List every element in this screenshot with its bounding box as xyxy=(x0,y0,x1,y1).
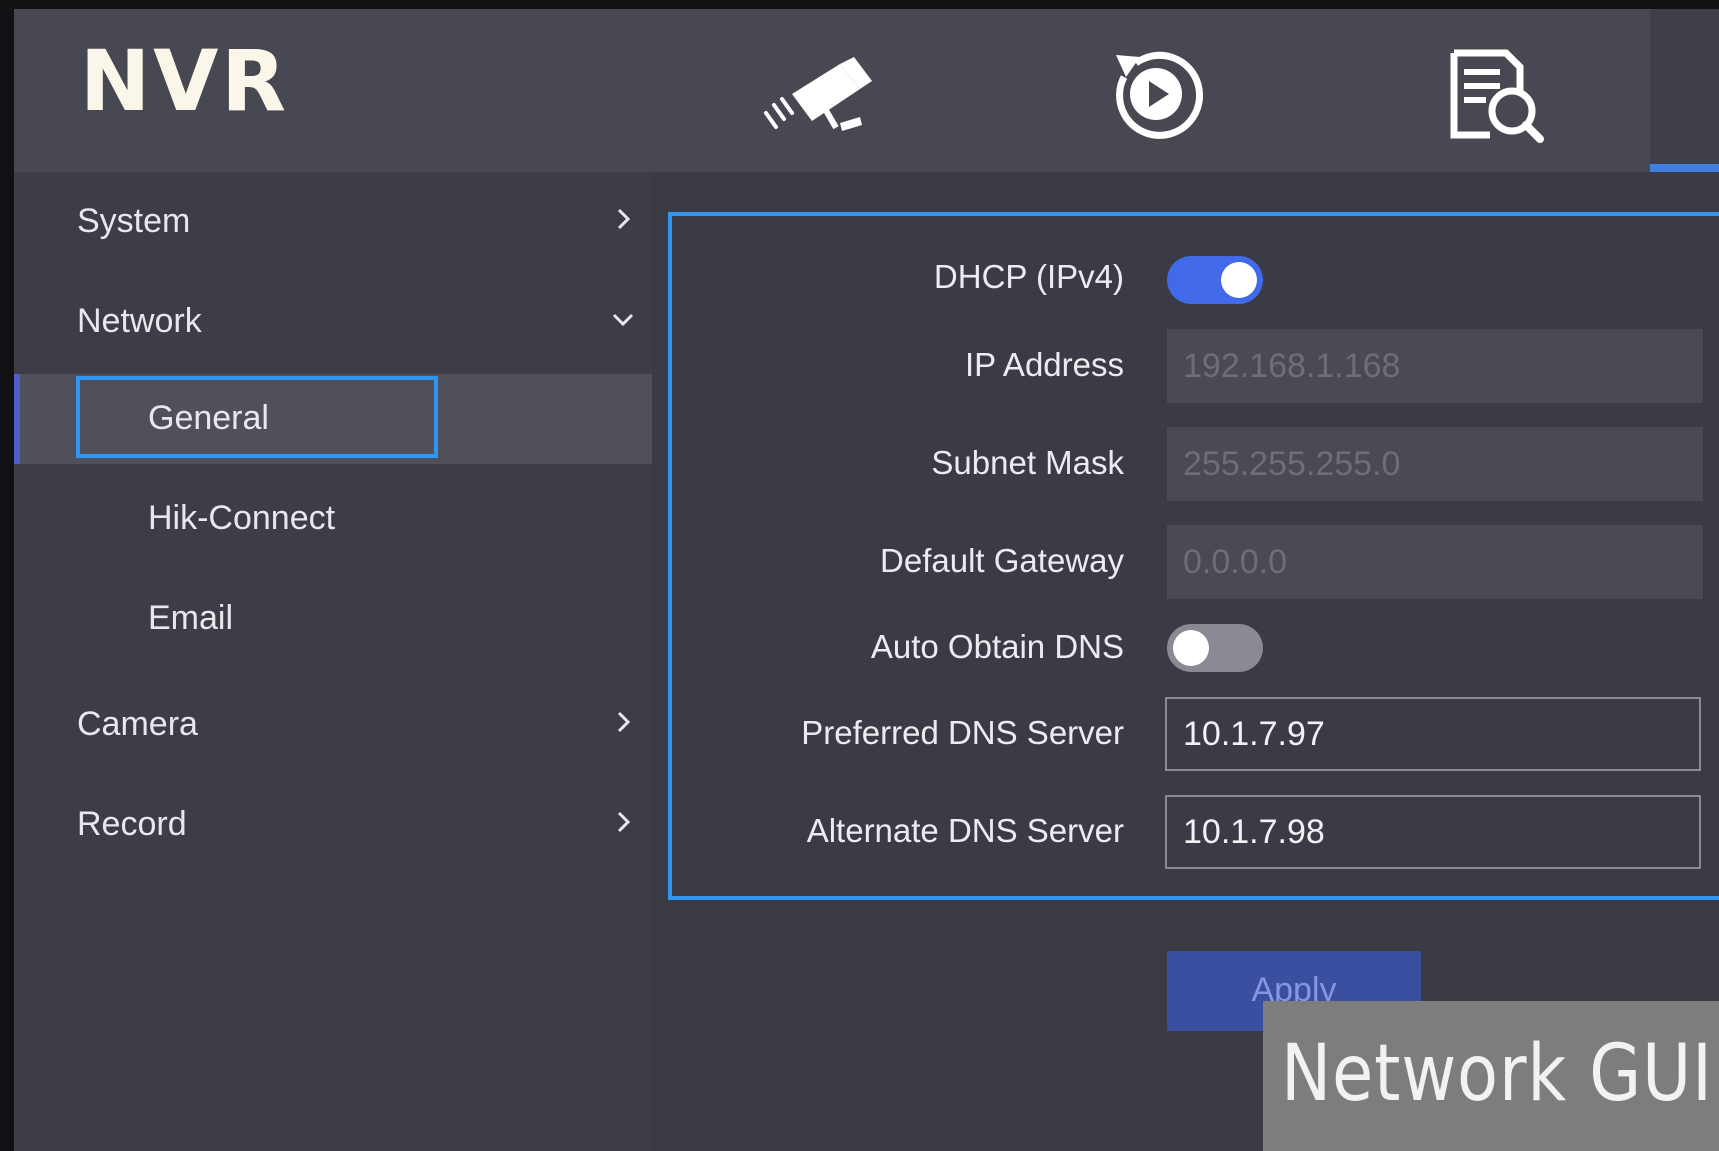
dhcp-label: DHCP (IPv4) xyxy=(933,258,1124,295)
toggle-knob xyxy=(1221,262,1257,298)
caption-text: Network GUI xyxy=(1281,1029,1713,1119)
default-gateway-field: 0.0.0.0 xyxy=(1167,525,1703,599)
ip-address-label: IP Address xyxy=(965,346,1124,383)
alternate-dns-input[interactable]: 10.1.7.98 xyxy=(1165,795,1701,869)
preferred-dns-input[interactable]: 10.1.7.97 xyxy=(1165,697,1701,771)
caption-watermark: Network GUI xyxy=(1263,1001,1719,1151)
ip-address-field: 192.168.1.168 xyxy=(1167,329,1703,403)
subnet-mask-field: 255.255.255.0 xyxy=(1167,427,1703,501)
preferred-dns-label: Preferred DNS Server xyxy=(801,714,1124,751)
header-tab-right[interactable] xyxy=(1650,9,1719,172)
auto-dns-toggle[interactable] xyxy=(1167,624,1263,672)
file-search-icon[interactable] xyxy=(1434,39,1554,149)
default-gateway-label: Default Gateway xyxy=(880,542,1124,579)
alternate-dns-label: Alternate DNS Server xyxy=(806,812,1124,849)
subnet-mask-label: Subnet Mask xyxy=(931,444,1124,481)
network-form: DHCP (IPv4) IP Address 192.168.1.168 Sub… xyxy=(0,0,1703,1151)
toggle-knob xyxy=(1173,630,1209,666)
auto-dns-label: Auto Obtain DNS xyxy=(870,628,1124,665)
active-tab-indicator xyxy=(1650,164,1719,172)
dhcp-toggle[interactable] xyxy=(1167,256,1263,304)
